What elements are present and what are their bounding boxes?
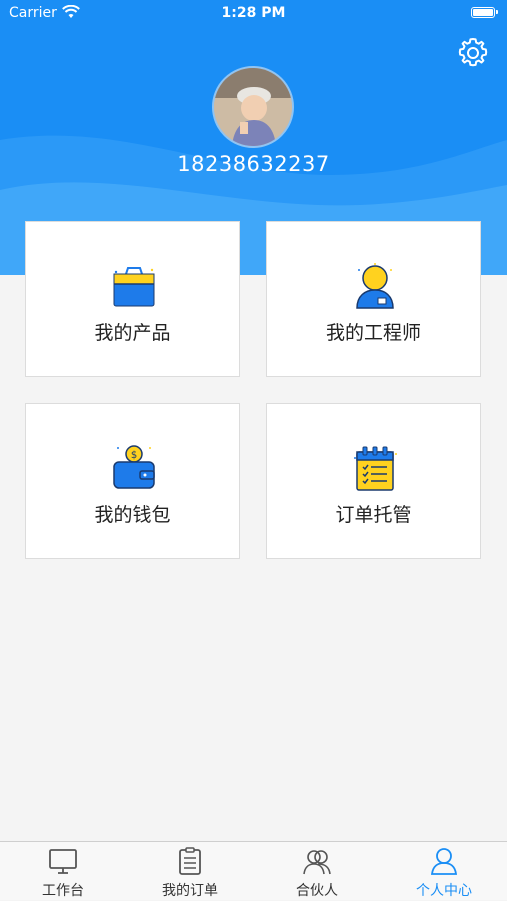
card-my-wallet[interactable]: $ 我的钱包 [25, 403, 240, 559]
card-my-products[interactable]: 我的产品 [25, 221, 240, 377]
settings-gear-icon[interactable] [456, 36, 490, 70]
status-bar: Carrier 1:28 PM [0, 0, 507, 28]
shopping-bag-icon [113, 267, 155, 307]
monitor-icon [49, 849, 77, 874]
card-label: 我的工程师 [325, 322, 421, 344]
wallet-icon: $ [113, 445, 155, 489]
clock: 1:28 PM [221, 5, 286, 21]
card-label: 我的钱包 [94, 504, 171, 526]
battery-icon [471, 7, 498, 18]
partners-icon [303, 850, 331, 875]
person-icon [430, 848, 458, 875]
tab-label: 工作台 [42, 883, 84, 899]
clipboard-icon [179, 847, 201, 875]
tab-label: 个人中心 [416, 883, 472, 899]
avatar-photo [214, 68, 292, 146]
tab-label: 合伙人 [296, 883, 338, 899]
engineer-icon [356, 263, 394, 309]
tab-personal-center[interactable]: 个人中心 [381, 842, 507, 901]
user-phone-number: 18238632237 [177, 152, 330, 176]
card-order-escrow[interactable]: 订单托管 [266, 403, 481, 559]
tab-label: 我的订单 [162, 883, 218, 899]
tab-partners[interactable]: 合伙人 [254, 842, 380, 901]
svg-text:$: $ [131, 450, 137, 461]
card-label: 订单托管 [335, 504, 412, 526]
tab-bar: 工作台 我的订单 合伙人 个人中心 [0, 841, 507, 900]
tab-my-orders[interactable]: 我的订单 [127, 842, 253, 901]
tab-workbench[interactable]: 工作台 [0, 842, 126, 901]
avatar[interactable] [212, 66, 294, 148]
card-label: 我的产品 [94, 322, 171, 344]
card-my-engineers[interactable]: 我的工程师 [266, 221, 481, 377]
checklist-icon [354, 446, 397, 491]
